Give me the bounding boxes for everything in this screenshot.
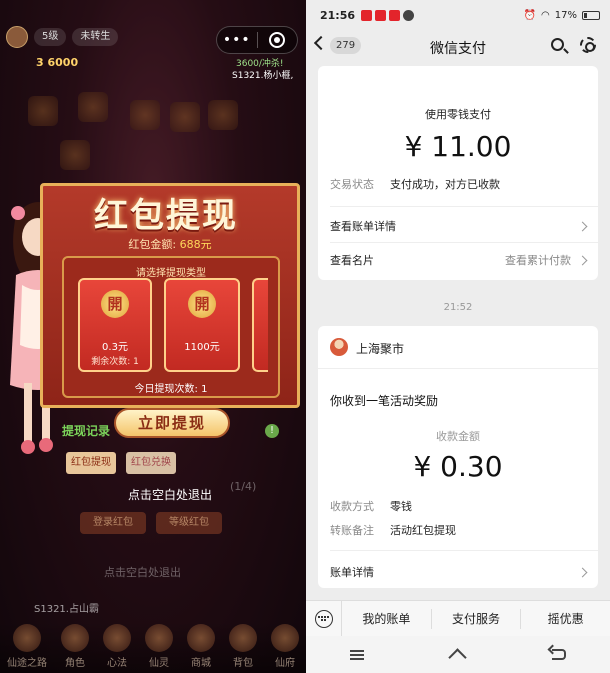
wechat-pay-screen: 21:56 ⏰ ◠ 17% 279 微信支付 使用零钱支付 ¥ 11.00 交易… (306, 0, 610, 673)
card-value: 0.3元 (102, 342, 128, 353)
gear-icon[interactable] (580, 37, 596, 53)
withdraw-now-button[interactable]: 立即提现 (114, 408, 230, 438)
keyboard-toggle[interactable] (306, 600, 342, 637)
merchant-avatar[interactable] (330, 338, 348, 356)
level-redpacket-button: 等级红包 (156, 512, 222, 534)
note-value: 活动红包提现 (390, 524, 456, 537)
payment-card: 使用零钱支付 ¥ 11.00 交易状态 支付成功，对方已收款 查看账单详情 查看… (318, 66, 598, 280)
game-bottom-nav: 仙途之路 角色 心法 仙灵 商城 背包 仙府 (0, 622, 306, 673)
reward-bill-detail-label: 账单详情 (330, 566, 374, 579)
panel-title: 红包提现 (94, 196, 238, 236)
balance-label: 红包金额: (128, 238, 177, 251)
bill-detail-label: 查看账单详情 (330, 220, 396, 233)
chevron-right-icon (577, 221, 588, 231)
ghost-exit-hint: 点击空白处退出 (104, 566, 181, 579)
status-value: 支付成功，对方已收款 (390, 178, 500, 191)
search-icon[interactable] (551, 38, 564, 51)
select-type-label: 请选择提现类型 (136, 268, 206, 279)
redpacket-card[interactable]: 開 0.3元 剩余次数: 1 (78, 278, 152, 372)
battery-percent: 17% (554, 9, 577, 21)
open-icon: 開 (101, 290, 129, 318)
note-row: 转账备注 活动红包提现 (330, 522, 586, 538)
nav-item[interactable]: 背包 (229, 624, 257, 669)
balance-line: 红包金额: 688元 (40, 236, 300, 252)
system-back-icon[interactable] (552, 649, 567, 660)
more-icon[interactable]: ••• (217, 32, 257, 48)
card-remaining: 剩余次数: 1 (91, 357, 139, 367)
reward-headline: 你收到一笔活动奖励 (330, 394, 439, 408)
nav-item[interactable]: 商城 (187, 624, 215, 669)
status-time: 21:56 (320, 8, 356, 22)
rebirth-status: 未转生 (72, 28, 119, 46)
note-label: 转账备注 (330, 524, 374, 537)
menu-payment-services[interactable]: 支付服务 (432, 608, 522, 629)
cumulative-payment-label[interactable]: 查看累计付款 (505, 252, 571, 268)
status-bar: 21:56 ⏰ ◠ 17% (306, 0, 610, 30)
help-icon[interactable]: ! (265, 424, 279, 438)
target-icon (269, 32, 286, 48)
merchant-name[interactable]: 上海聚市 (356, 340, 404, 357)
redpacket-card[interactable]: 開 1100元 (164, 278, 240, 372)
business-card-label: 查看名片 (330, 254, 374, 267)
game-screen: 5级 未转生 ••• 3 6000 3600/冲杀! S1321.杨小榧, 红包… (0, 0, 306, 673)
menu-my-bills[interactable]: 我的账单 (342, 608, 432, 629)
battery-icon (582, 10, 600, 20)
alarm-icon: ⏰ (523, 9, 537, 21)
service-bottom-bar: 我的账单 支付服务 摇优惠 (306, 600, 610, 637)
payment-status-row: 交易状态 支付成功，对方已收款 (330, 176, 586, 192)
card-value: 1100元 (184, 342, 220, 353)
tab-redpacket-exchange[interactable]: 红包兑换 (126, 452, 176, 474)
reward-bill-detail-row[interactable]: 账单详情 (330, 564, 588, 580)
keyboard-icon (314, 609, 333, 628)
reward-amount: ¥ 0.30 (413, 450, 503, 483)
today-withdraw-count: 今日提现次数: 1 (134, 384, 208, 395)
system-navigation-bar (306, 636, 610, 673)
nav-item[interactable]: 角色 (61, 624, 89, 669)
miniprogram-capsule: ••• (216, 26, 298, 54)
player-level: 5级 (34, 28, 67, 46)
wifi-icon: ◠ (541, 9, 550, 21)
navigation-bar: 279 微信支付 (306, 30, 610, 62)
time-separator: 21:52 (443, 302, 473, 313)
method-value: 零钱 (390, 500, 412, 513)
business-card-row[interactable]: 查看名片 查看累计付款 (330, 252, 588, 268)
redpacket-card-partial[interactable] (252, 278, 268, 372)
login-redpacket-button: 登录红包 (80, 512, 146, 534)
notification-icon (389, 9, 401, 21)
notification-icon (361, 9, 373, 21)
method-label: 收款方式 (330, 500, 374, 513)
recents-icon[interactable] (349, 649, 364, 660)
nav-item[interactable]: 心法 (103, 624, 131, 669)
amount-label: 收款金额 (436, 430, 480, 443)
tab-redpacket-withdraw[interactable]: 红包提现 (66, 452, 116, 474)
nav-item[interactable]: 仙途之路 (7, 624, 47, 669)
menu-shake-discounts[interactable]: 摇优惠 (521, 609, 610, 629)
player-avatar[interactable] (6, 26, 28, 48)
chevron-right-icon (577, 255, 588, 265)
server-message: S1321.杨小榧, (232, 71, 294, 81)
exit-hint[interactable]: 点击空白处退出 (40, 486, 300, 503)
payment-caption: 使用零钱支付 (425, 108, 491, 121)
reward-card: 上海聚市 你收到一笔活动奖励 收款金额 ¥ 0.30 收款方式 零钱 转账备注 … (318, 326, 598, 588)
payment-amount: ¥ 11.00 (404, 130, 512, 163)
nav-item[interactable]: 仙府 (271, 624, 299, 669)
nav-item[interactable]: 仙灵 (145, 624, 173, 669)
notification-icon (375, 9, 387, 21)
balance-amount: 688元 (179, 238, 212, 251)
method-row: 收款方式 零钱 (330, 498, 586, 514)
status-label: 交易状态 (330, 178, 374, 191)
home-icon[interactable] (448, 648, 468, 667)
withdraw-record-link[interactable]: 提现记录 (62, 422, 110, 439)
open-icon: 開 (188, 290, 216, 318)
gold-amount: 3 6000 (36, 56, 79, 69)
close-miniprogram-button[interactable] (258, 32, 298, 48)
chat-message: S1321.占山霸 (34, 604, 99, 615)
cloud-icon (403, 9, 415, 21)
chevron-right-icon (577, 567, 588, 577)
bill-detail-row[interactable]: 查看账单详情 (330, 218, 588, 234)
